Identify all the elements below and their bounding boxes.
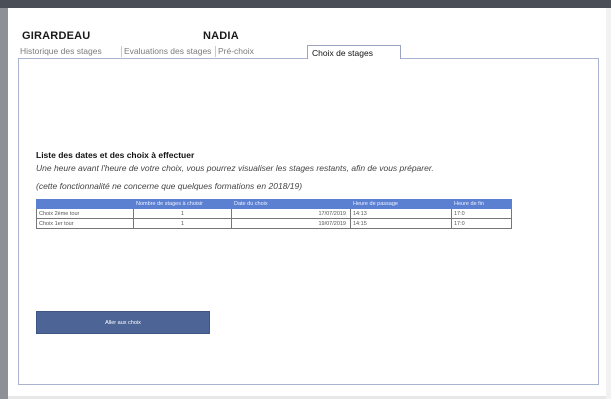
cell-round: Choix 2ème tour <box>36 208 134 219</box>
table-row: Choix 1er tour 1 19/07/2019 14:15 17:0 <box>36 218 512 229</box>
tab-pre-choix[interactable]: Pré-choix <box>216 46 308 57</box>
choices-table: Nombre de stages à choisir Date du choix… <box>36 199 512 229</box>
table-header-row: Nombre de stages à choisir Date du choix… <box>36 199 512 209</box>
go-to-choices-button[interactable]: Aller aux choix <box>36 311 210 334</box>
column-header-label <box>36 199 134 209</box>
cell-date: 17/07/2019 <box>231 208 351 219</box>
user-first-name: NADIA <box>203 30 239 42</box>
window-right-border <box>606 8 611 399</box>
table-row: Choix 2ème tour 1 17/07/2019 14:13 17:0 <box>36 208 512 219</box>
cell-end-time: 17:0 <box>451 218 512 229</box>
column-header-date: Date du choix <box>231 199 351 209</box>
cell-count: 1 <box>133 218 232 229</box>
cell-round: Choix 1er tour <box>36 218 134 229</box>
cell-date: 19/07/2019 <box>231 218 351 229</box>
column-header-start-time: Heure de passage <box>350 199 452 209</box>
tab-evaluations-des-stages[interactable]: Evaluations des stages <box>122 46 216 57</box>
tab-choix-de-stages[interactable]: Choix de stages <box>307 45 401 59</box>
cell-count: 1 <box>133 208 232 219</box>
cell-start-time: 14:15 <box>350 218 452 229</box>
cell-end-time: 17:0 <box>451 208 512 219</box>
window-top-bar <box>0 0 611 8</box>
info-text: Une heure avant l'heure de votre choix, … <box>36 163 434 173</box>
info-note: (cette fonctionnalité ne concerne que qu… <box>36 181 303 191</box>
column-header-count: Nombre de stages à choisir <box>133 199 232 209</box>
column-header-end-time: Heure de fin <box>451 199 512 209</box>
window-left-border <box>0 8 8 399</box>
cell-start-time: 14:13 <box>350 208 452 219</box>
tab-historique-des-stages[interactable]: Historique des stages <box>18 46 122 57</box>
user-last-name: GIRARDEAU <box>22 30 91 42</box>
section-title: Liste des dates et des choix à effectuer <box>36 150 195 160</box>
